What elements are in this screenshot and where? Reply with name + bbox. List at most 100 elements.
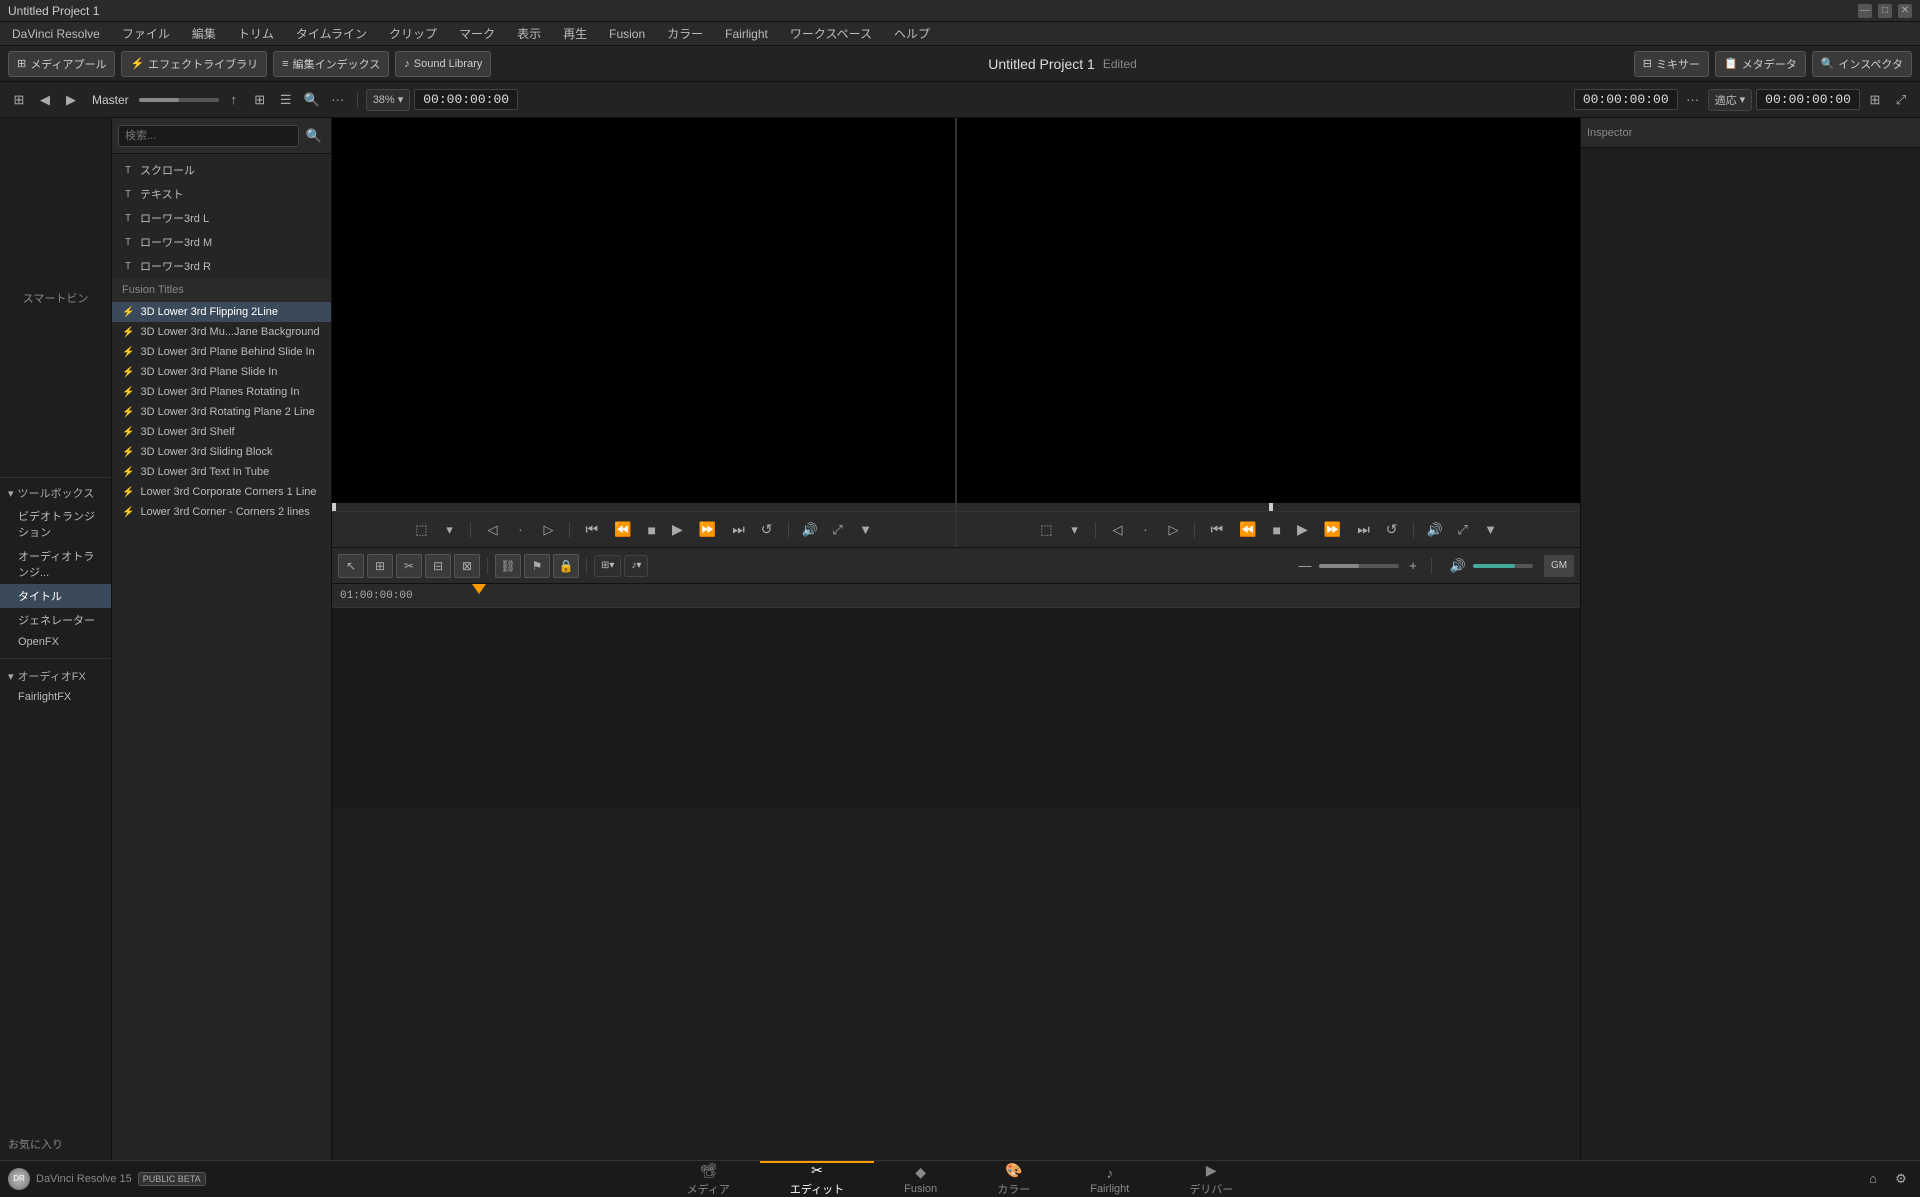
menu-fusion[interactable]: Fusion bbox=[605, 25, 649, 43]
effect-3d-text-in-tube[interactable]: ⚡ 3D Lower 3rd Text In Tube bbox=[112, 462, 331, 482]
source-marker-icon[interactable]: ▼ bbox=[855, 519, 877, 541]
effect-3d-sliding-block[interactable]: ⚡ 3D Lower 3rd Sliding Block bbox=[112, 442, 331, 462]
tl-settings-icon[interactable]: GM bbox=[1544, 555, 1574, 577]
menu-edit[interactable]: 編集 bbox=[188, 23, 220, 44]
program-chevron-icon[interactable]: ▾ bbox=[1063, 519, 1085, 541]
play-btn[interactable]: ▶ bbox=[667, 519, 688, 540]
tab-deliver[interactable]: ▶ デリバー bbox=[1159, 1161, 1263, 1196]
program-mark-in-btn[interactable]: ◁ bbox=[1106, 519, 1128, 541]
metadata-button[interactable]: 📋 メタデータ bbox=[1715, 51, 1806, 77]
tab-edit[interactable]: ✂ エディット bbox=[760, 1161, 874, 1196]
effects-library-button[interactable]: ⚡ エフェクトライブラリ bbox=[121, 51, 267, 77]
program-dot-icon[interactable]: · bbox=[1134, 519, 1156, 541]
program-frame-icon[interactable]: ⬚ bbox=[1035, 519, 1057, 541]
list-view-btn[interactable]: ☰ bbox=[275, 89, 297, 111]
menu-clip[interactable]: クリップ bbox=[385, 23, 441, 44]
source-dot-icon[interactable]: · bbox=[509, 519, 531, 541]
maximize-btn[interactable]: □ bbox=[1878, 4, 1892, 18]
zoom-in-btn[interactable]: + bbox=[1402, 555, 1424, 577]
program-play-btn[interactable]: ▶ bbox=[1292, 519, 1313, 540]
menu-playback[interactable]: 再生 bbox=[559, 23, 591, 44]
inspector-button[interactable]: 🔍 インスペクタ bbox=[1812, 51, 1912, 77]
menu-workspace[interactable]: ワークスペース bbox=[786, 23, 876, 44]
tl-lock-btn[interactable]: 🔒 bbox=[553, 554, 579, 578]
mark-in-btn[interactable]: ◁ bbox=[481, 519, 503, 541]
menu-timeline[interactable]: タイムライン bbox=[292, 23, 371, 44]
record-timecode[interactable]: 00:00:00:00 bbox=[1756, 89, 1860, 110]
go-end-btn[interactable]: ⏭ bbox=[727, 519, 750, 540]
sort-icon[interactable]: ↑ bbox=[223, 89, 245, 111]
home-btn[interactable]: ⌂ bbox=[1862, 1168, 1884, 1190]
viewer-chevron-icon[interactable]: ▾ bbox=[438, 519, 460, 541]
program-step-fwd-btn[interactable]: ⏩ bbox=[1319, 519, 1346, 540]
edit-index-button[interactable]: ≡ 編集インデックス bbox=[273, 51, 389, 77]
program-go-start-btn[interactable]: ⏮ bbox=[1205, 519, 1228, 540]
menu-help[interactable]: ヘルプ bbox=[890, 23, 934, 44]
zoom-dropdown[interactable]: 38% ▾ bbox=[366, 89, 411, 111]
forward-btn[interactable]: ▶ bbox=[60, 89, 82, 111]
menu-color[interactable]: カラー bbox=[663, 23, 707, 44]
program-marker-icon[interactable]: ▼ bbox=[1480, 519, 1502, 541]
menu-trim[interactable]: トリム bbox=[234, 23, 278, 44]
tl-blade-tool[interactable]: ✂ bbox=[396, 554, 422, 578]
program-speaker-icon[interactable]: 🔊 bbox=[1424, 519, 1446, 541]
toolbox-titles[interactable]: タイトル bbox=[0, 584, 111, 608]
effect-lower3rd-corporate-1[interactable]: ⚡ Lower 3rd Corporate Corners 1 Line bbox=[112, 482, 331, 502]
tl-dynamic-tool[interactable]: ⊠ bbox=[454, 554, 480, 578]
tl-snap-dropdown[interactable]: ⊞▾ bbox=[594, 555, 621, 577]
effect-text[interactable]: T テキスト bbox=[112, 182, 331, 206]
effect-3d-plane-slide[interactable]: ⚡ 3D Lower 3rd Plane Slide In bbox=[112, 362, 331, 382]
volume-icon[interactable]: 🔊 bbox=[1447, 555, 1469, 577]
close-btn[interactable]: ✕ bbox=[1898, 4, 1912, 18]
toolbox-audio-transitions[interactable]: オーディオトランジ... bbox=[0, 544, 111, 584]
mark-out-btn[interactable]: ▷ bbox=[537, 519, 559, 541]
gear-btn[interactable]: ⚙ bbox=[1890, 1168, 1912, 1190]
source-progress-bar[interactable] bbox=[332, 503, 955, 511]
audio-fx-header[interactable]: ▾ オーディオFX bbox=[0, 665, 111, 687]
program-progress-bar[interactable] bbox=[957, 503, 1580, 511]
dots-icon[interactable]: ⊞ bbox=[1864, 89, 1886, 111]
effect-3d-shelf[interactable]: ⚡ 3D Lower 3rd Shelf bbox=[112, 422, 331, 442]
effect-3d-planes-rotating[interactable]: ⚡ 3D Lower 3rd Planes Rotating In bbox=[112, 382, 331, 402]
source-speaker-icon[interactable]: 🔊 bbox=[799, 519, 821, 541]
toolbox-openfx[interactable]: OpenFX bbox=[0, 632, 111, 652]
effect-lower3rd-r[interactable]: T ローワー3rd R bbox=[112, 254, 331, 278]
tab-fusion[interactable]: ◆ Fusion bbox=[874, 1161, 967, 1196]
source-fullscreen-icon[interactable]: ⤢ bbox=[827, 519, 849, 541]
program-stop-btn[interactable]: ■ bbox=[1268, 520, 1286, 540]
effect-3d-flipping-2line[interactable]: ⚡ 3D Lower 3rd Flipping 2Line bbox=[112, 302, 331, 322]
expand-icon[interactable]: ⤢ bbox=[1890, 89, 1912, 111]
viewer-more-btn[interactable]: ··· bbox=[1682, 89, 1704, 111]
source-timecode[interactable]: 00:00:00:00 bbox=[414, 89, 518, 110]
menu-view[interactable]: 表示 bbox=[513, 23, 545, 44]
program-step-back-btn[interactable]: ⏪ bbox=[1234, 519, 1261, 540]
minimize-btn[interactable]: — bbox=[1858, 4, 1872, 18]
tl-trim-tool[interactable]: ⊞ bbox=[367, 554, 393, 578]
timeline-ruler[interactable]: 01:00:00:00 bbox=[332, 584, 1580, 608]
mixer-button[interactable]: ⊟ ミキサー bbox=[1634, 51, 1709, 77]
adapt-dropdown[interactable]: 適応 ▾ bbox=[1708, 89, 1753, 111]
search-btn[interactable]: 🔍 bbox=[301, 89, 323, 111]
menu-fairlight[interactable]: Fairlight bbox=[721, 25, 772, 43]
tl-slip-tool[interactable]: ⊟ bbox=[425, 554, 451, 578]
effect-3d-mu-jane[interactable]: ⚡ 3D Lower 3rd Mu...Jane Background bbox=[112, 322, 331, 342]
tl-link-btn[interactable]: ⛓ bbox=[495, 554, 521, 578]
tab-fairlight[interactable]: ♪ Fairlight bbox=[1060, 1161, 1159, 1196]
menu-davinci[interactable]: DaVinci Resolve bbox=[8, 25, 104, 43]
menu-file[interactable]: ファイル bbox=[118, 23, 174, 44]
media-pool-button[interactable]: ⊞ メディアプール bbox=[8, 51, 115, 77]
more-options-btn[interactable]: ··· bbox=[327, 89, 349, 111]
effect-scroll[interactable]: T スクロール bbox=[112, 158, 331, 182]
volume-slider[interactable] bbox=[1473, 564, 1533, 568]
effect-lower3rd-m[interactable]: T ローワー3rd M bbox=[112, 230, 331, 254]
menu-mark[interactable]: マーク bbox=[455, 23, 499, 44]
sound-library-button[interactable]: ♪ Sound Library bbox=[395, 51, 491, 77]
effect-lower3rd-corner-2[interactable]: ⚡ Lower 3rd Corner - Corners 2 lines bbox=[112, 502, 331, 522]
back-btn[interactable]: ◀ bbox=[34, 89, 56, 111]
stop-btn[interactable]: ■ bbox=[643, 520, 661, 540]
toolbox-video-transitions[interactable]: ビデオトランジション bbox=[0, 504, 111, 544]
grid-view-btn[interactable]: ⊞ bbox=[249, 89, 271, 111]
tab-color[interactable]: 🎨 カラー bbox=[967, 1161, 1060, 1196]
program-loop-btn[interactable]: ↺ bbox=[1381, 519, 1403, 540]
toolbox-fairlight-fx[interactable]: FairlightFX bbox=[0, 687, 111, 707]
